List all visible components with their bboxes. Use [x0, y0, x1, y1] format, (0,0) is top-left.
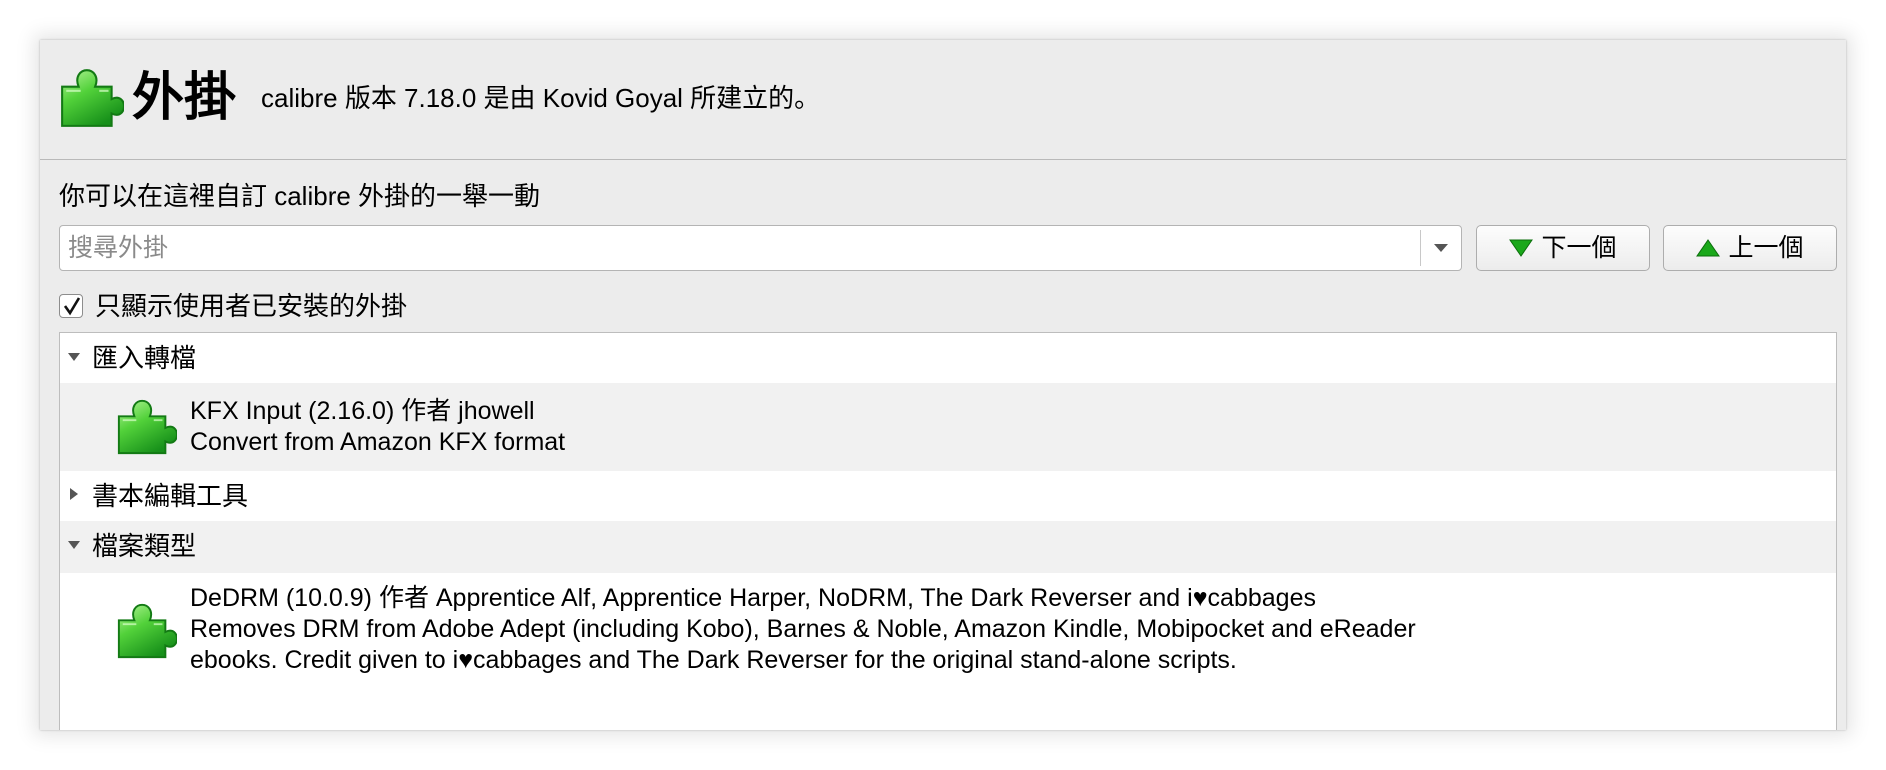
category-label: 檔案類型 [92, 531, 197, 561]
category-label: 書本編輯工具 [92, 481, 249, 511]
find-previous-label: 上一個 [1728, 234, 1804, 262]
user-installed-checkbox[interactable] [59, 294, 83, 318]
triangle-up-icon [1696, 239, 1721, 257]
collapsed-arrow-icon[interactable] [69, 487, 79, 501]
search-combobox[interactable] [59, 225, 1462, 271]
search-history-dropdown[interactable] [1421, 226, 1461, 270]
plugins-dialog: 外掛 calibre 版本 7.18.0 是由 Kovid Goyal 所建立的… [40, 40, 1846, 730]
plugin-description: Removes DRM from Adobe Adept (including … [190, 615, 1416, 643]
plugin-name: KFX Input (2.16.0) 作者 jhowell [190, 397, 535, 425]
puzzle-piece-icon [115, 599, 177, 661]
plugin-tree[interactable]: 匯入轉檔 KFX Input (2.16.0) 作者 jhowell Conve… [59, 332, 1837, 730]
search-input[interactable] [60, 226, 1420, 270]
plugin-description: Convert from Amazon KFX format [190, 428, 566, 456]
dialog-header: 外掛 calibre 版本 7.18.0 是由 Kovid Goyal 所建立的… [40, 40, 1846, 160]
plugin-name: DeDRM (10.0.9) 作者 Apprentice Alf, Appren… [190, 584, 1316, 612]
user-installed-label: 只顯示使用者已安裝的外掛 [95, 291, 408, 321]
category-row-input-conversion[interactable]: 匯入轉檔 [60, 333, 1836, 383]
plugin-row-kfx-input[interactable]: KFX Input (2.16.0) 作者 jhowell Convert fr… [60, 383, 1836, 471]
triangle-down-icon [1509, 239, 1534, 257]
expanded-arrow-icon[interactable] [67, 540, 81, 550]
category-row-file-types[interactable]: 檔案類型 [60, 521, 1836, 573]
chevron-down-icon [1434, 244, 1448, 252]
page-title: 外掛 [132, 68, 237, 128]
category-label: 匯入轉檔 [92, 343, 197, 373]
puzzle-piece-icon [115, 395, 177, 457]
category-row-book-editor-tools[interactable]: 書本編輯工具 [60, 471, 1836, 521]
find-next-label: 下一個 [1541, 234, 1617, 262]
puzzle-piece-icon [58, 64, 124, 130]
find-next-button[interactable]: 下一個 [1476, 225, 1650, 271]
version-info: calibre 版本 7.18.0 是由 Kovid Goyal 所建立的。 [261, 83, 821, 113]
checkmark-icon [63, 297, 81, 316]
expanded-arrow-icon[interactable] [67, 352, 81, 362]
find-previous-button[interactable]: 上一個 [1663, 225, 1837, 271]
plugin-row-dedrm[interactable]: DeDRM (10.0.9) 作者 Apprentice Alf, Appren… [60, 573, 1836, 691]
user-installed-filter[interactable]: 只顯示使用者已安裝的外掛 [59, 288, 407, 324]
plugin-description: ebooks. Credit given to i♥cabbages and T… [190, 646, 1237, 674]
intro-text: 你可以在這裡自訂 calibre 外掛的一舉一動 [59, 181, 541, 211]
